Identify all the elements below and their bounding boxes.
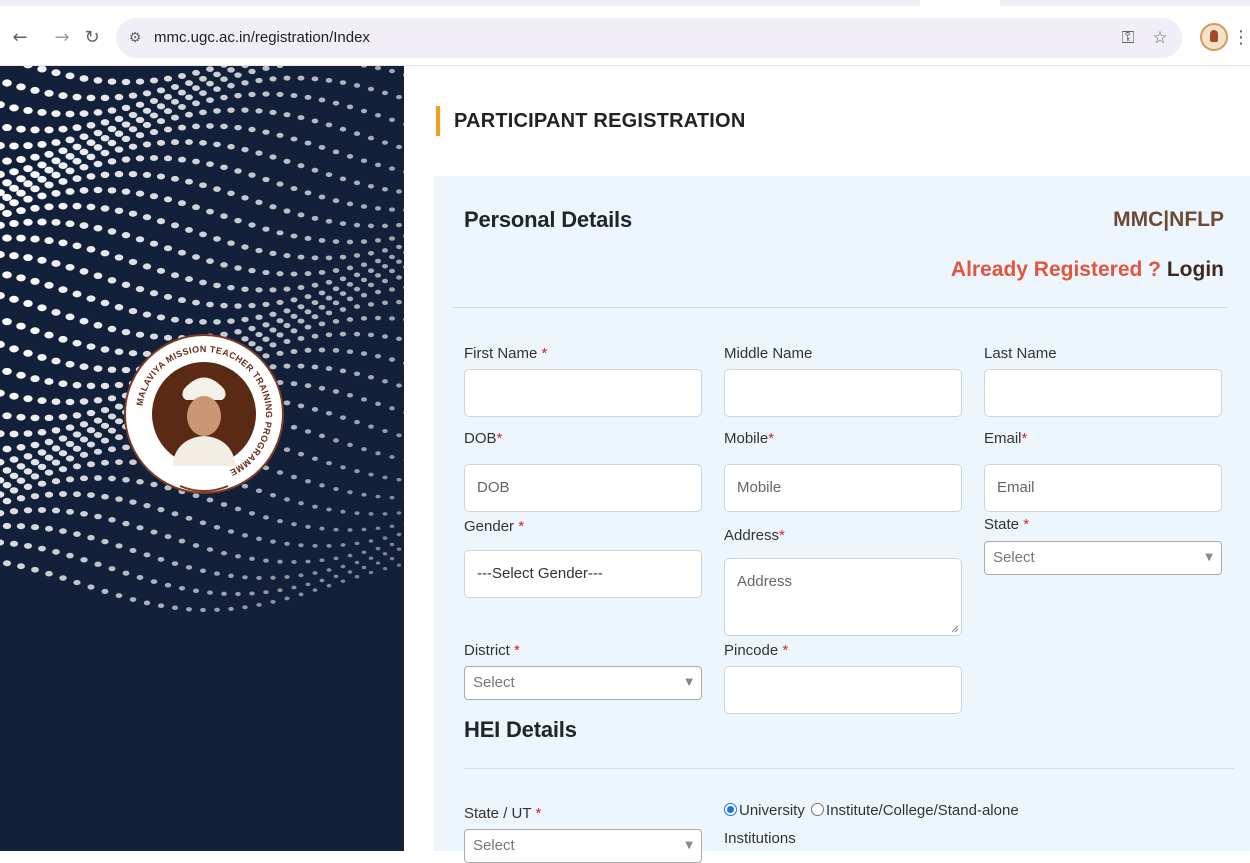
pincode-label: Pincode * (724, 641, 788, 661)
registration-form-card: Personal Details MMC|NFLP Already Regist… (434, 176, 1250, 851)
personal-details-heading: Personal Details (464, 206, 632, 234)
state-select-value: Select (993, 549, 1035, 566)
state-ut-label: State / UT * (464, 804, 541, 824)
middle-name-input[interactable] (724, 369, 962, 417)
gender-select[interactable]: ---Select Gender--- (464, 550, 702, 598)
district-label: District * (464, 641, 520, 661)
university-radio[interactable] (724, 803, 737, 816)
last-name-input[interactable] (984, 369, 1222, 417)
university-radio-label[interactable]: University (739, 802, 805, 819)
login-text[interactable]: Login (1167, 258, 1224, 281)
registration-page: PARTICIPANT REGISTRATION Personal Detail… (404, 66, 1250, 851)
arrow-right-icon[interactable]: → (50, 26, 74, 50)
institution-type-radio-group: University Institute/College/Stand-alone… (724, 801, 1019, 849)
star-icon[interactable]: ☆ (1148, 26, 1172, 50)
state-label: State * (984, 515, 1029, 535)
address-textarea[interactable]: Address (724, 558, 962, 636)
site-settings-icon[interactable]: ⚙ (124, 27, 146, 49)
institute-radio[interactable] (811, 803, 824, 816)
omnibox[interactable]: ⚙ mmc.ugc.ac.in/registration/Index (116, 18, 1182, 58)
institute-radio-label[interactable]: Institute/College/Stand-alone (826, 802, 1019, 819)
profile-avatar[interactable] (1200, 23, 1228, 51)
kebab-menu-icon[interactable]: ⋮ (1232, 26, 1248, 50)
section-divider (452, 307, 1228, 308)
institute-radio-label-wrap[interactable]: Institutions (724, 829, 1019, 849)
address-bar: ← → ↻ ⚙ mmc.ugc.ac.in/registration/Index… (0, 6, 1250, 66)
state-ut-select[interactable]: Select ▼ (464, 829, 702, 863)
address-label: Address* (724, 526, 785, 546)
resize-grip-icon[interactable] (951, 625, 959, 633)
brand-label: MMC|NFLP (1113, 206, 1224, 234)
hei-details-heading: HEI Details (464, 716, 577, 744)
address-placeholder: Address (737, 573, 792, 590)
chevron-down-icon: ▼ (1205, 542, 1213, 574)
arrow-left-icon[interactable]: ← (8, 26, 32, 50)
state-ut-select-value: Select (473, 837, 515, 854)
dob-input[interactable]: DOB (464, 464, 702, 512)
email-input[interactable]: Email (984, 464, 1222, 512)
page-title: PARTICIPANT REGISTRATION (436, 106, 745, 136)
first-name-input[interactable] (464, 369, 702, 417)
browser-chrome: ← → ↻ ⚙ mmc.ugc.ac.in/registration/Index… (0, 0, 1250, 66)
district-select[interactable]: Select ▼ (464, 666, 702, 700)
middle-name-label: Middle Name (724, 344, 812, 364)
mobile-input[interactable]: Mobile (724, 464, 962, 512)
login-link[interactable]: Already Registered ? Login (951, 256, 1224, 284)
dob-label: DOB* (464, 429, 502, 449)
email-label: Email* (984, 429, 1027, 449)
district-select-value: Select (473, 674, 515, 691)
gender-label: Gender * (464, 517, 524, 537)
programme-emblem: MALAVIYA MISSION TEACHER TRAINING PROGRA… (124, 334, 284, 494)
chevron-down-icon: ▼ (685, 830, 693, 862)
emblem-svg: MALAVIYA MISSION TEACHER TRAINING PROGRA… (124, 334, 284, 494)
state-select[interactable]: Select ▼ (984, 541, 1222, 575)
reload-icon[interactable]: ↻ (80, 26, 104, 50)
chevron-down-icon: ▼ (685, 667, 693, 699)
already-registered-text: Already Registered ? (951, 258, 1161, 281)
hei-divider (464, 768, 1234, 769)
pincode-input[interactable] (724, 666, 962, 714)
first-name-label: First Name * (464, 344, 547, 364)
url-text[interactable]: mmc.ugc.ac.in/registration/Index (154, 28, 370, 48)
decorative-side-panel: MALAVIYA MISSION TEACHER TRAINING PROGRA… (0, 66, 404, 851)
key-icon[interactable]: ⚿ (1116, 26, 1140, 50)
mobile-label: Mobile* (724, 429, 774, 449)
last-name-label: Last Name (984, 344, 1057, 364)
